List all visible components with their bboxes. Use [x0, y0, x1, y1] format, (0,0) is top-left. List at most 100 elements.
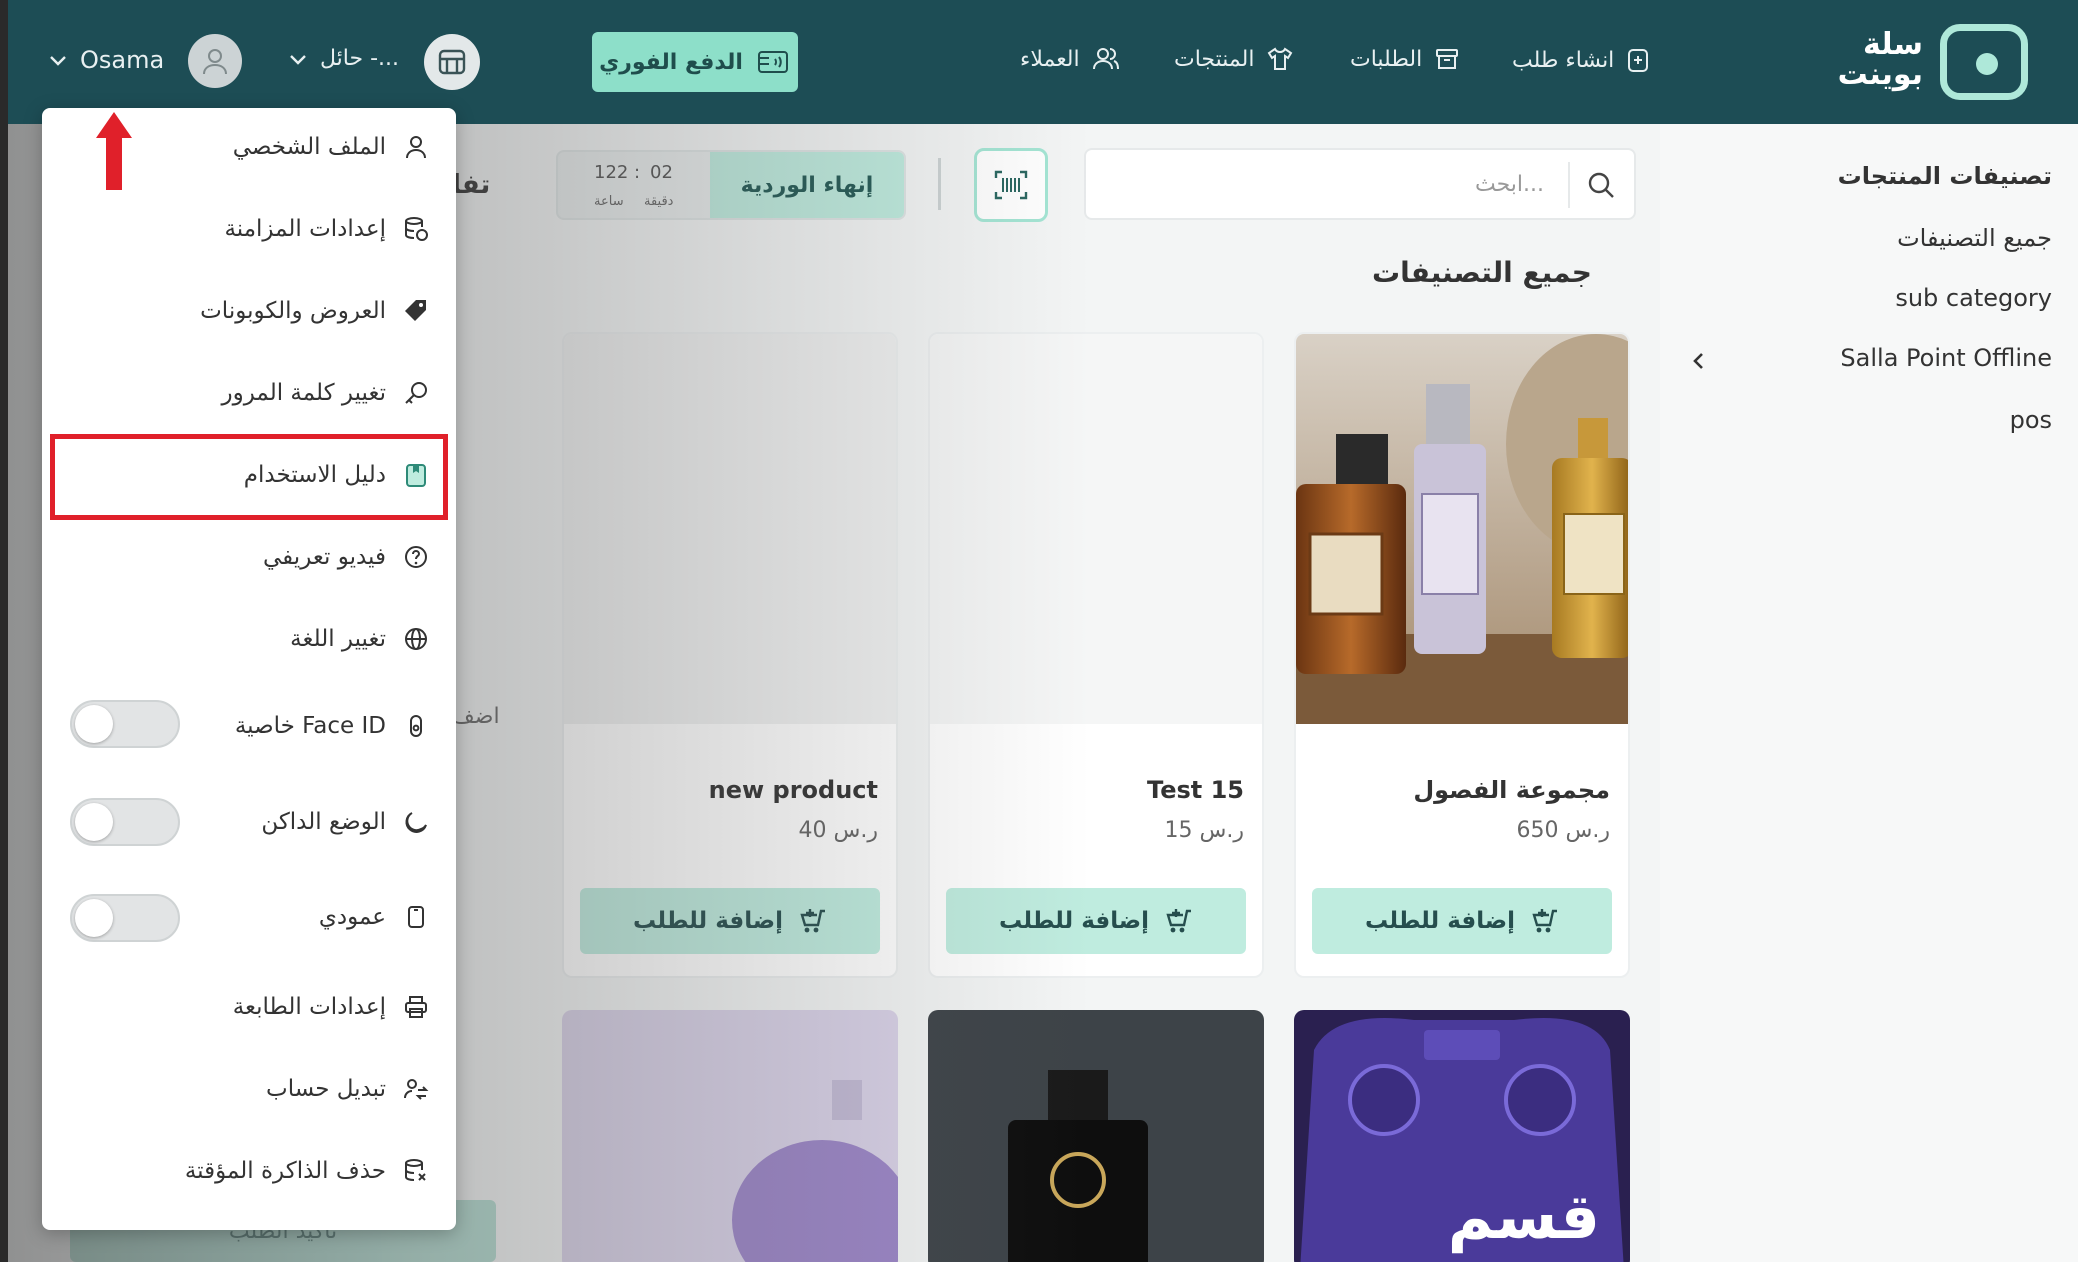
menu-item-face-id: خاصية Face ID — [235, 698, 430, 754]
product-card[interactable]: قسم — [1294, 1010, 1630, 1262]
behind-title-fragment: تفا — [452, 170, 491, 200]
menu-item-sync-settings[interactable]: إعدادات المزامنة — [224, 201, 430, 257]
category-item-offline[interactable]: Salla Point Offline — [1840, 344, 2052, 372]
database-sync-icon — [402, 215, 430, 243]
annotation-arrow-icon — [92, 108, 136, 192]
search-icon[interactable] — [1586, 170, 1616, 200]
clear-cache-icon — [402, 1157, 430, 1185]
product-image-perfumes — [1296, 334, 1628, 724]
portrait-toggle[interactable] — [70, 894, 180, 942]
nav-new-order-label: انشاء طلب — [1512, 47, 1615, 73]
card-reader-icon — [757, 48, 791, 76]
menu-item-change-password[interactable]: تغيير كلمة المرور — [222, 365, 430, 421]
toolbar-divider — [938, 158, 941, 210]
branch-store-icon[interactable] — [424, 34, 480, 90]
add-to-order-label: إضافة للطلب — [1365, 908, 1515, 934]
switch-account-icon — [402, 1075, 430, 1103]
menu-item-switch-account[interactable]: تبديل حساب — [266, 1061, 430, 1117]
annotation-highlight-box — [50, 434, 448, 520]
new-order-icon — [1626, 46, 1652, 74]
product-card[interactable]: Test 15 15 ر.س إضافة للطلب — [928, 332, 1264, 978]
add-to-order-button[interactable]: إضافة للطلب — [1312, 888, 1612, 954]
nav-orders-label: الطلبات — [1350, 46, 1423, 72]
product-card[interactable]: new product 40 ر.س إضافة للطلب — [562, 332, 898, 978]
nav-products[interactable]: المنتجات — [1174, 46, 1294, 72]
face-id-icon — [402, 712, 430, 740]
menu-item-printer-settings[interactable]: إعدادات الطابعة — [233, 979, 430, 1035]
categories-title: تصنيفات المنتجات — [1837, 162, 2052, 190]
menu-item-label: إعدادات المزامنة — [224, 216, 386, 242]
instant-pay-label: الدفع الفوري — [599, 49, 743, 75]
add-to-order-label: إضافة للطلب — [633, 908, 783, 934]
logo-text: سلة بوينت — [1837, 27, 1923, 92]
menu-item-label: العروض والكوبونات — [200, 298, 386, 324]
product-name: new product — [708, 776, 878, 804]
menu-item-label: الملف الشخصي — [232, 134, 386, 160]
instant-pay-button[interactable]: الدفع الفوري — [592, 32, 798, 92]
cart-plus-icon — [797, 907, 827, 935]
portrait-icon — [402, 903, 430, 931]
categories-sidebar: تصنيفات المنتجات جميع التصنيفات sub cate… — [1660, 124, 2078, 1262]
user-icon — [402, 133, 430, 161]
product-image-black-perfume — [928, 1010, 1264, 1262]
product-price: 15 ر.س — [1164, 818, 1244, 843]
add-to-order-button[interactable]: إضافة للطلب — [580, 888, 880, 954]
menu-item-change-language[interactable]: تغيير اللغة — [290, 611, 430, 667]
cart-plus-icon — [1163, 907, 1193, 935]
menu-item-label: فيديو تعريفي — [263, 544, 386, 570]
branch-selector[interactable]: حائل -... — [288, 46, 399, 71]
end-shift-button[interactable]: إنهاء الوردية — [710, 152, 904, 218]
menu-item-intro-video[interactable]: فيديو تعريفي — [263, 529, 430, 585]
nav-orders[interactable]: الطلبات — [1350, 46, 1460, 72]
timer-separator: : — [634, 162, 641, 183]
product-card[interactable]: مجموعة الفصول 650 ر.س إضافة للطلب — [1294, 332, 1630, 978]
help-circle-icon — [402, 543, 430, 571]
user-menu-toggle[interactable]: Osama — [48, 46, 164, 74]
menu-item-label: تبديل حساب — [266, 1076, 386, 1102]
tag-icon — [402, 297, 430, 325]
product-card[interactable] — [562, 1010, 898, 1262]
menu-item-portrait: عمودي — [319, 889, 430, 945]
category-item-pos[interactable]: pos — [2010, 406, 2052, 434]
product-image-placeholder — [930, 334, 1262, 724]
face-id-toggle[interactable] — [70, 700, 180, 748]
behind-text-fragment: اضف — [452, 704, 500, 729]
add-to-order-label: إضافة للطلب — [999, 908, 1149, 934]
orders-box-icon — [1434, 46, 1460, 72]
product-image-text: قسم — [1447, 1180, 1600, 1253]
nav-products-label: المنتجات — [1174, 46, 1255, 72]
top-header: سلة بوينت انشاء طلب الطلبات المنتجات الع… — [0, 0, 2078, 124]
printer-icon — [402, 993, 430, 1021]
logo-icon[interactable] — [1940, 24, 2028, 100]
category-item-sub[interactable]: sub category — [1895, 284, 2052, 312]
product-image-purple-perfume — [562, 1010, 898, 1262]
product-price: 650 ر.س — [1516, 818, 1610, 843]
search-divider — [1568, 162, 1570, 208]
dark-mode-toggle[interactable] — [70, 798, 180, 846]
avatar[interactable] — [188, 34, 242, 88]
product-image-placeholder — [564, 334, 896, 724]
search-input[interactable]: ابحث... — [1084, 148, 1636, 220]
timer-hours: 122 — [594, 162, 629, 183]
user-dropdown-menu: الملف الشخصي إعدادات المزامنة العروض وال… — [42, 108, 456, 1230]
barcode-icon — [994, 170, 1028, 200]
barcode-scan-button[interactable] — [974, 148, 1048, 222]
product-name: Test 15 — [1147, 776, 1244, 804]
nav-new-order[interactable]: انشاء طلب — [1512, 46, 1652, 74]
category-item-all[interactable]: جميع التصنيفات — [1897, 224, 2052, 252]
product-card[interactable] — [928, 1010, 1264, 1262]
chevron-left-icon[interactable] — [1690, 350, 1708, 372]
menu-item-offers[interactable]: العروض والكوبونات — [200, 283, 430, 339]
menu-item-label: إعدادات الطابعة — [232, 994, 386, 1020]
chevron-down-icon — [48, 53, 68, 67]
window-edge — [0, 0, 8, 1262]
add-to-order-button[interactable]: إضافة للطلب — [946, 888, 1246, 954]
menu-item-clear-cache[interactable]: حذف الذاكرة المؤقتة — [185, 1143, 430, 1199]
chevron-down-icon — [288, 52, 308, 66]
menu-item-profile[interactable]: الملف الشخصي — [233, 119, 430, 175]
nav-customers[interactable]: العملاء — [1020, 46, 1120, 72]
menu-item-label: تغيير كلمة المرور — [221, 380, 386, 406]
hours-label: ساعة — [594, 194, 624, 209]
shift-controls: إنهاء الوردية 122 : 02 ساعة دقيقة — [556, 150, 906, 220]
menu-item-label: حذف الذاكرة المؤقتة — [184, 1158, 386, 1184]
